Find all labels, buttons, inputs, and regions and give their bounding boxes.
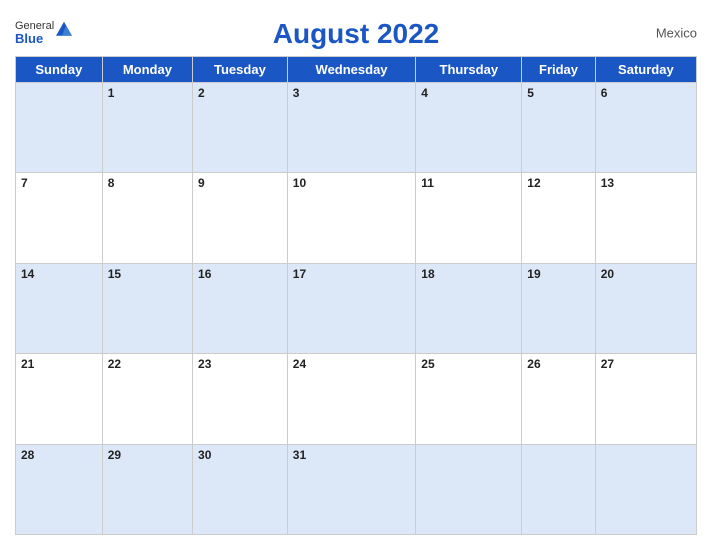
calendar-day-cell: 10 [287, 173, 416, 263]
day-number: 18 [421, 267, 434, 281]
calendar-day-cell: 14 [16, 263, 103, 353]
calendar-day-cell: 13 [595, 173, 696, 263]
day-number: 13 [601, 176, 614, 190]
weekday-saturday: Saturday [595, 57, 696, 83]
day-number: 15 [108, 267, 121, 281]
calendar-day-cell: 28 [16, 444, 103, 534]
calendar-day-cell: 17 [287, 263, 416, 353]
calendar-day-cell: 7 [16, 173, 103, 263]
day-number: 21 [21, 357, 34, 371]
calendar-day-cell: 27 [595, 354, 696, 444]
day-number: 4 [421, 86, 428, 100]
calendar-day-cell: 6 [595, 83, 696, 173]
day-number: 22 [108, 357, 121, 371]
logo-blue: Blue [15, 32, 43, 46]
calendar-day-cell: 15 [102, 263, 192, 353]
weekday-tuesday: Tuesday [193, 57, 288, 83]
calendar-week-row: 7 8 9 10 11 12 13 [16, 173, 697, 263]
day-number: 20 [601, 267, 614, 281]
calendar-day-cell: 30 [193, 444, 288, 534]
weekday-sunday: Sunday [16, 57, 103, 83]
weekday-friday: Friday [522, 57, 595, 83]
calendar-day-cell: 1 [102, 83, 192, 173]
calendar-day-cell: 23 [193, 354, 288, 444]
calendar-week-row: 1 2 3 4 5 6 [16, 83, 697, 173]
calendar-table: SundayMondayTuesdayWednesdayThursdayFrid… [15, 56, 697, 535]
day-number: 11 [421, 176, 434, 190]
calendar-header: General Blue August 2022 Mexico [15, 10, 697, 56]
calendar-week-row: 21 22 23 24 25 26 27 [16, 354, 697, 444]
calendar-day-cell: 22 [102, 354, 192, 444]
calendar-day-cell: 26 [522, 354, 595, 444]
day-number: 19 [527, 267, 540, 281]
calendar-day-cell: 31 [287, 444, 416, 534]
day-number: 29 [108, 448, 121, 462]
day-number: 10 [293, 176, 306, 190]
calendar-title: August 2022 [273, 18, 440, 50]
weekday-thursday: Thursday [416, 57, 522, 83]
calendar-day-cell: 21 [16, 354, 103, 444]
calendar-week-row: 28 29 30 31 [16, 444, 697, 534]
day-number: 8 [108, 176, 115, 190]
day-number: 2 [198, 86, 205, 100]
weekday-wednesday: Wednesday [287, 57, 416, 83]
day-number: 26 [527, 357, 540, 371]
day-number: 28 [21, 448, 34, 462]
calendar-day-cell: 20 [595, 263, 696, 353]
calendar-week-row: 14 15 16 17 18 19 20 [16, 263, 697, 353]
calendar-day-cell: 16 [193, 263, 288, 353]
calendar-day-cell: 11 [416, 173, 522, 263]
calendar-day-cell: 8 [102, 173, 192, 263]
day-number: 14 [21, 267, 34, 281]
day-number: 1 [108, 86, 115, 100]
calendar-day-cell: 18 [416, 263, 522, 353]
day-number: 5 [527, 86, 534, 100]
day-number: 23 [198, 357, 211, 371]
calendar-day-cell: 4 [416, 83, 522, 173]
day-number: 16 [198, 267, 211, 281]
calendar-day-cell: 12 [522, 173, 595, 263]
weekday-monday: Monday [102, 57, 192, 83]
country-label: Mexico [656, 26, 697, 41]
calendar-day-cell: 3 [287, 83, 416, 173]
calendar-day-cell [595, 444, 696, 534]
day-number: 7 [21, 176, 28, 190]
day-number: 17 [293, 267, 306, 281]
calendar-day-cell [416, 444, 522, 534]
day-number: 30 [198, 448, 211, 462]
calendar-day-cell: 29 [102, 444, 192, 534]
day-number: 24 [293, 357, 306, 371]
day-number: 25 [421, 357, 434, 371]
logo-icon [56, 20, 72, 38]
day-number: 12 [527, 176, 540, 190]
calendar-day-cell: 9 [193, 173, 288, 263]
calendar-day-cell: 5 [522, 83, 595, 173]
calendar-day-cell: 24 [287, 354, 416, 444]
calendar-day-cell [16, 83, 103, 173]
day-number: 27 [601, 357, 614, 371]
day-number: 3 [293, 86, 300, 100]
day-number: 9 [198, 176, 205, 190]
calendar-day-cell [522, 444, 595, 534]
day-number: 31 [293, 448, 306, 462]
calendar-day-cell: 19 [522, 263, 595, 353]
weekday-header-row: SundayMondayTuesdayWednesdayThursdayFrid… [16, 57, 697, 83]
calendar-day-cell: 2 [193, 83, 288, 173]
logo: General Blue [15, 20, 54, 46]
day-number: 6 [601, 86, 608, 100]
calendar-day-cell: 25 [416, 354, 522, 444]
